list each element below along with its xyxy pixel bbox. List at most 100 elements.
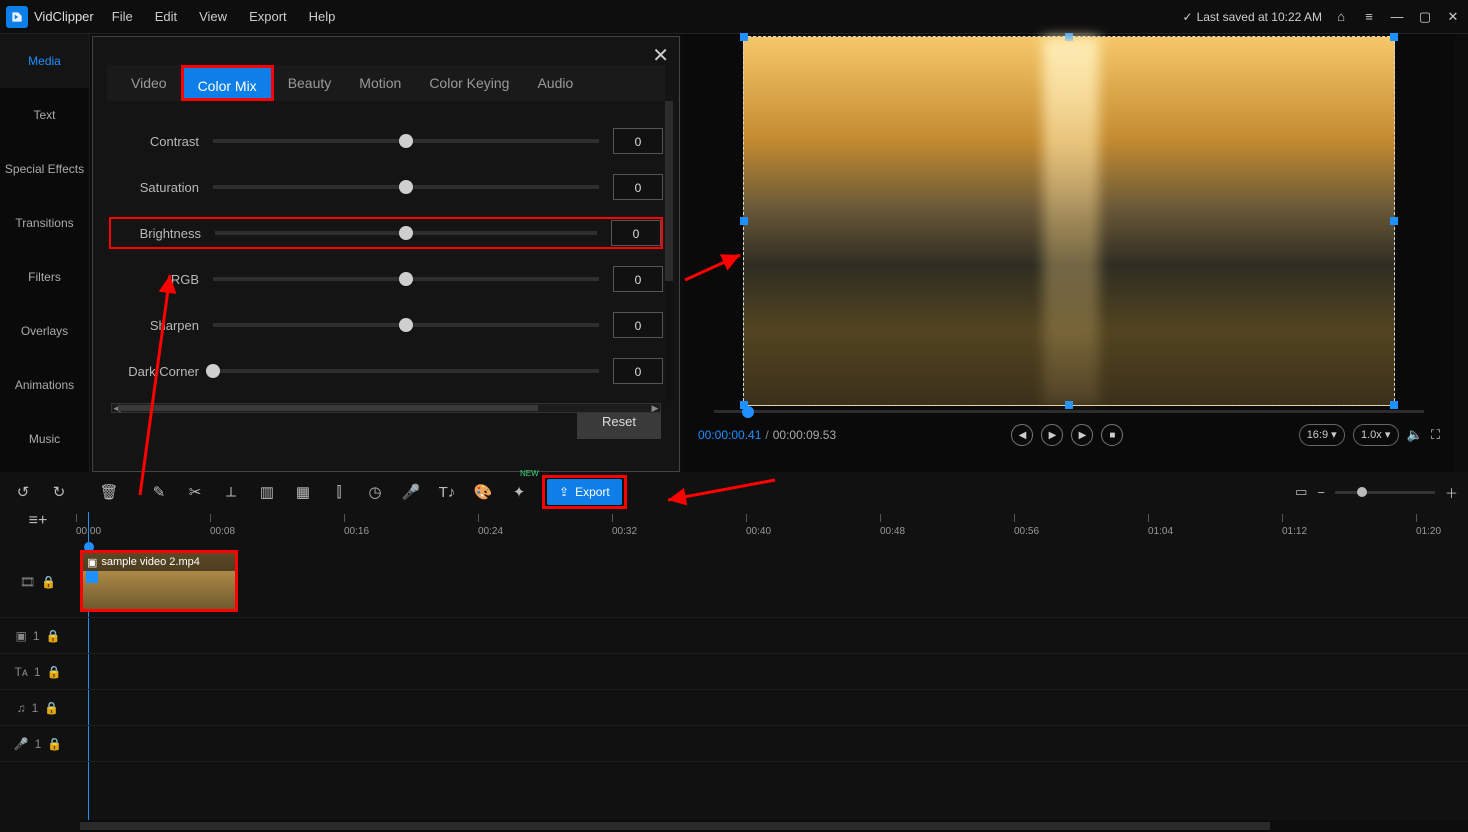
tab-beauty[interactable]: Beauty xyxy=(274,65,346,101)
lock-icon[interactable]: 🔒 xyxy=(41,575,56,589)
volume-icon[interactable]: 🔈 xyxy=(1407,427,1423,443)
fullscreen-icon[interactable]: ⛶ xyxy=(1431,427,1440,443)
sidebar-item-music[interactable]: Music xyxy=(0,412,89,466)
panel-hscrollbar[interactable]: ◀ ▶ xyxy=(111,403,661,413)
export-highlight: ⇪ Export xyxy=(542,475,627,509)
aspect-ratio-selector[interactable]: 16:9 ▾ xyxy=(1299,424,1345,446)
menu-view[interactable]: View xyxy=(199,9,227,24)
minimize-button[interactable]: — xyxy=(1388,9,1406,25)
stop-button[interactable]: ■ xyxy=(1101,424,1123,446)
fit-icon[interactable]: ▭ xyxy=(1295,484,1307,500)
paint-icon[interactable]: 🎨 xyxy=(470,479,496,505)
pip-icon: ▣ xyxy=(16,629,27,643)
menu-file[interactable]: File xyxy=(112,9,133,24)
maximize-button[interactable]: ▢ xyxy=(1416,9,1434,25)
resize-handle[interactable] xyxy=(740,217,748,225)
main-menu: File Edit View Export Help xyxy=(112,9,336,24)
text-to-speech-icon[interactable]: T♪ xyxy=(434,479,460,505)
voiceover-icon[interactable]: 🎤 xyxy=(398,479,424,505)
panel-tabs: Video Color Mix Beauty Motion Color Keyi… xyxy=(107,65,665,101)
menu-edit[interactable]: Edit xyxy=(155,9,177,24)
sidebar-item-special-effects[interactable]: Special Effects xyxy=(0,142,89,196)
timeline-hscrollbar[interactable] xyxy=(80,820,1468,832)
zoom-slider[interactable] xyxy=(1335,491,1435,494)
ruler-tick: 00:56 xyxy=(1014,526,1039,537)
titlebar: VidClipper File Edit View Export Help ✓ … xyxy=(0,0,1468,34)
duration-icon[interactable]: ◷ xyxy=(362,479,388,505)
close-button[interactable]: ✕ xyxy=(1444,9,1462,25)
prev-frame-button[interactable]: ◀ xyxy=(1011,424,1033,446)
ruler-tick: 01:20 xyxy=(1416,526,1441,537)
slider-track[interactable] xyxy=(213,139,599,143)
voice-track: 🎤1 🔒 xyxy=(0,726,1468,762)
toolbar: ↺ ↻ 🗑 ✎ ✂ ⟂ ▥ ▦ ⫿ ◷ 🎤 T♪ 🎨 ✦ ⇪ Export ▭ … xyxy=(0,472,1468,512)
mosaic-icon[interactable]: ▦ xyxy=(290,479,316,505)
sidebar-item-transitions[interactable]: Transitions xyxy=(0,196,89,250)
edit-icon[interactable]: ✎ xyxy=(146,479,172,505)
ruler-tick: 01:04 xyxy=(1148,526,1173,537)
sidebar-item-media[interactable]: Media xyxy=(0,34,89,88)
slider-value[interactable]: 0 xyxy=(613,128,663,154)
film-icon: 🎞 xyxy=(20,575,35,589)
slider-sharpen: Sharpen 0 xyxy=(109,309,663,341)
slider-label: Contrast xyxy=(109,134,199,149)
lock-icon[interactable]: 🔒 xyxy=(47,665,62,679)
zoom-in-icon[interactable]: ＋ xyxy=(1445,483,1458,502)
export-icon: ⇪ xyxy=(559,485,569,499)
export-button[interactable]: ⇪ Export xyxy=(547,479,622,505)
tab-color-mix[interactable]: Color Mix xyxy=(181,65,274,101)
lock-icon[interactable]: 🔒 xyxy=(46,629,61,643)
ruler-tick: 01:12 xyxy=(1282,526,1307,537)
tab-motion[interactable]: Motion xyxy=(345,65,415,101)
sidebar-item-text[interactable]: Text xyxy=(0,88,89,142)
tab-video[interactable]: Video xyxy=(117,65,181,101)
hamburger-icon[interactable]: ≡ xyxy=(1360,9,1378,25)
sidebar-item-animations[interactable]: Animations xyxy=(0,358,89,412)
slider-rgb: RGB 0 xyxy=(109,263,663,295)
ruler-tick: 00:40 xyxy=(746,526,771,537)
resize-handle[interactable] xyxy=(1390,33,1398,41)
cut-icon[interactable]: ✂ xyxy=(182,479,208,505)
next-frame-button[interactable]: ▶ xyxy=(1071,424,1093,446)
preview-scrubber[interactable] xyxy=(714,406,1424,416)
home-icon[interactable]: ⌂ xyxy=(1332,9,1350,25)
save-status: ✓ Last saved at 10:22 AM xyxy=(1183,10,1322,24)
resize-handle[interactable] xyxy=(1390,217,1398,225)
redo-icon[interactable]: ↻ xyxy=(46,479,72,505)
play-button[interactable]: ▶ xyxy=(1041,424,1063,446)
slider-brightness: Brightness 0 xyxy=(109,217,663,249)
split-icon[interactable]: ▥ xyxy=(254,479,280,505)
speed-selector[interactable]: 1.0x ▾ xyxy=(1353,424,1399,446)
menu-help[interactable]: Help xyxy=(309,9,336,24)
scroll-right-icon[interactable]: ▶ xyxy=(650,404,660,412)
video-track: 🎞 🔒 ▣sample video 2.mp4 xyxy=(0,546,1468,618)
bars-icon[interactable]: ⫿ xyxy=(326,479,352,505)
slider-saturation: Saturation 0 xyxy=(109,171,663,203)
text-track: Tᴀ1 🔒 xyxy=(0,654,1468,690)
sidebar-item-filters[interactable]: Filters xyxy=(0,250,89,304)
tab-color-keying[interactable]: Color Keying xyxy=(415,65,523,101)
timecode: 00:00:00.41/00:00:09.53 xyxy=(698,428,836,442)
crop-icon[interactable]: ⟂ xyxy=(218,479,244,505)
resize-handle[interactable] xyxy=(1065,33,1073,41)
zoom-out-icon[interactable]: − xyxy=(1317,485,1325,500)
lock-icon[interactable]: 🔒 xyxy=(44,701,59,715)
resize-handle[interactable] xyxy=(740,33,748,41)
audio-track: ♫1 🔒 xyxy=(0,690,1468,726)
preview-canvas[interactable] xyxy=(743,36,1395,406)
enhance-icon[interactable]: ✦ xyxy=(506,479,532,505)
delete-icon[interactable]: 🗑 xyxy=(96,479,122,505)
lock-icon[interactable]: 🔒 xyxy=(47,737,62,751)
sidebar-item-overlays[interactable]: Overlays xyxy=(0,304,89,358)
text-icon: Tᴀ xyxy=(15,665,28,679)
close-icon[interactable]: ✕ xyxy=(652,43,669,68)
timeline-clip[interactable]: ▣sample video 2.mp4 xyxy=(80,550,238,612)
timeline-options-icon[interactable]: ≡+ xyxy=(0,512,76,530)
tab-audio[interactable]: Audio xyxy=(523,65,587,101)
timeline-ruler[interactable]: 00:0000:0800:1600:2400:3200:4000:4800:56… xyxy=(76,512,1468,542)
undo-icon[interactable]: ↺ xyxy=(10,479,36,505)
slider-contrast: Contrast 0 xyxy=(109,125,663,157)
ruler-tick: 00:48 xyxy=(880,526,905,537)
menu-export[interactable]: Export xyxy=(249,9,287,24)
ruler-tick: 00:32 xyxy=(612,526,637,537)
